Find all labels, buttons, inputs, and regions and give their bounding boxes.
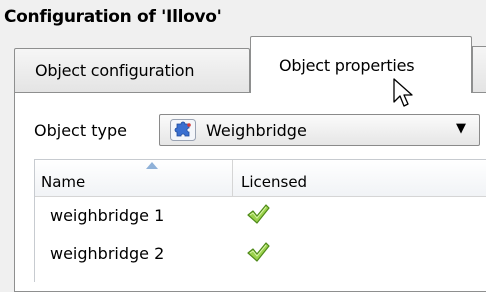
row-name: weighbridge 1: [50, 206, 165, 225]
tab-object-properties[interactable]: Object properties: [250, 36, 472, 93]
tab-overflow-edge: [472, 46, 486, 92]
column-header-name[interactable]: Name: [41, 173, 85, 191]
chevron-down-icon[interactable]: ▼: [456, 121, 466, 136]
green-check-icon: [247, 242, 270, 262]
object-type-dropdown[interactable]: Weighbridge ▼: [159, 114, 480, 146]
table-row[interactable]: weighbridge 1: [35, 197, 486, 235]
green-check-icon: [247, 204, 270, 224]
row-name: weighbridge 2: [50, 244, 165, 263]
column-header-licensed[interactable]: Licensed: [241, 173, 307, 191]
mouse-cursor-icon: [393, 78, 413, 107]
window-title: Configuration of 'Illovo': [4, 7, 222, 27]
objects-table: Name Licensed weighbridge 1 weighbridge …: [34, 159, 486, 282]
sort-ascending-icon: [146, 162, 158, 169]
object-type-value: Weighbridge: [206, 121, 307, 140]
table-row[interactable]: weighbridge 2: [35, 235, 486, 273]
puzzle-icon: [170, 119, 196, 141]
tab-object-configuration[interactable]: Object configuration: [14, 48, 250, 92]
column-divider[interactable]: [232, 160, 233, 196]
object-type-label: Object type: [34, 121, 127, 140]
table-header: Name Licensed: [35, 160, 486, 197]
